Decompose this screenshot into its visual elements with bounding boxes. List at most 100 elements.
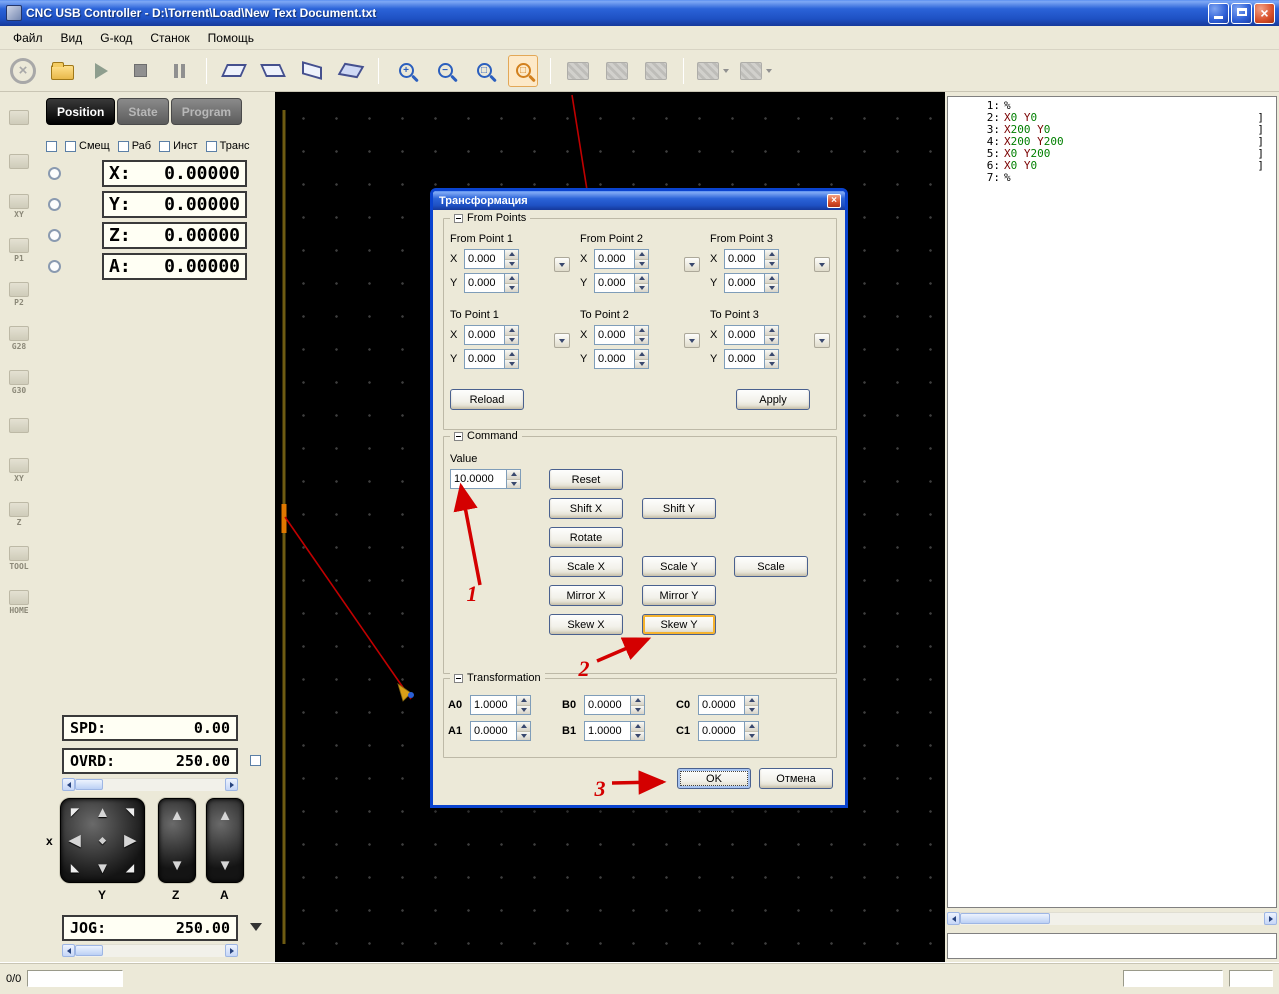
menu-machine[interactable]: Станок xyxy=(141,27,198,49)
spin-up-button[interactable] xyxy=(517,722,530,732)
axis-a-led[interactable] xyxy=(48,260,61,273)
matrix-b1-spinner-input[interactable] xyxy=(584,721,630,741)
maximize-button[interactable] xyxy=(1231,2,1252,24)
spin-down-button[interactable] xyxy=(505,283,518,292)
spin-up-button[interactable] xyxy=(505,326,518,336)
matrix-a0-spinner-input[interactable] xyxy=(470,695,516,715)
to-point-3-y-spinner[interactable] xyxy=(724,349,779,369)
axis-z-led[interactable] xyxy=(48,229,61,242)
scale-x-button[interactable]: Scale X xyxy=(549,556,623,577)
to-point-1-x-spinner-input[interactable] xyxy=(464,325,504,345)
view-plane-3-button[interactable] xyxy=(297,55,327,87)
scroll-thumb[interactable] xyxy=(75,945,103,956)
axis-x-display[interactable]: X: 0.00000 xyxy=(102,160,247,187)
spin-down-button[interactable] xyxy=(765,335,778,344)
scroll-right-arrow[interactable] xyxy=(225,778,238,791)
from-point-2-x-spinner[interactable] xyxy=(594,249,649,269)
side-tool-7[interactable] xyxy=(0,404,38,448)
spin-up-button[interactable] xyxy=(635,350,648,360)
to-point-2-pick-button[interactable] xyxy=(684,333,700,348)
spin-up-button[interactable] xyxy=(507,470,520,480)
side-tool-11-home[interactable]: HOME xyxy=(0,580,38,624)
matrix-c1-spinner[interactable] xyxy=(698,721,759,741)
jog-left-icon[interactable]: ◀ xyxy=(69,831,81,849)
axis-y-display[interactable]: Y: 0.00000 xyxy=(102,191,247,218)
spin-up-button[interactable] xyxy=(631,696,644,706)
scroll-right-arrow[interactable] xyxy=(1264,912,1277,925)
side-tool-3-p1[interactable]: P1 xyxy=(0,228,38,272)
spin-down-button[interactable] xyxy=(635,283,648,292)
mirror-y-button[interactable]: Mirror Y xyxy=(642,585,716,606)
spin-down-button[interactable] xyxy=(631,731,644,740)
spin-up-button[interactable] xyxy=(505,274,518,284)
shift-x-button[interactable]: Shift X xyxy=(549,498,623,519)
matrix-b0-spinner[interactable] xyxy=(584,695,645,715)
shift-y-button[interactable]: Shift Y xyxy=(642,498,716,519)
axis-a-display[interactable]: A: 0.00000 xyxy=(102,253,247,280)
to-point-2-x-spinner[interactable] xyxy=(594,325,649,345)
reset-button[interactable]: Reset xyxy=(549,469,623,490)
scroll-left-arrow[interactable] xyxy=(947,912,960,925)
machine-tool-2-button[interactable] xyxy=(602,55,632,87)
jog-down-icon[interactable]: ▼ xyxy=(95,860,110,877)
spin-up-button[interactable] xyxy=(765,250,778,260)
side-tool-2-xy[interactable]: XY xyxy=(0,184,38,228)
mdi-input-box[interactable] xyxy=(947,933,1277,959)
from-point-3-x-spinner-input[interactable] xyxy=(724,249,764,269)
spin-down-button[interactable] xyxy=(635,259,648,268)
scroll-track[interactable] xyxy=(75,778,225,791)
spin-up-button[interactable] xyxy=(505,350,518,360)
spin-down-button[interactable] xyxy=(507,479,520,488)
jog-down-right-icon[interactable]: ◢ xyxy=(126,863,134,874)
matrix-a1-spinner-input[interactable] xyxy=(470,721,516,741)
zoom-window-button[interactable]: □ xyxy=(508,54,538,87)
option-checkbox-0[interactable]: Смещ xyxy=(65,140,110,152)
tab-state[interactable]: State xyxy=(117,98,169,125)
to-point-2-x-spinner-input[interactable] xyxy=(594,325,634,345)
zoom-extents-button[interactable]: □ xyxy=(469,55,499,87)
side-tool-6-g30[interactable]: G30 xyxy=(0,360,38,404)
from-point-1-x-spinner[interactable] xyxy=(464,249,519,269)
jog-scrollbar[interactable] xyxy=(62,944,238,957)
option-checkbox-3[interactable]: Транс xyxy=(205,140,250,152)
from-point-3-x-spinner[interactable] xyxy=(724,249,779,269)
spin-down-button[interactable] xyxy=(765,359,778,368)
from-point-2-y-spinner-input[interactable] xyxy=(594,273,634,293)
from-point-3-y-spinner[interactable] xyxy=(724,273,779,293)
jog-pad-z[interactable]: ▲ ▼ xyxy=(158,798,196,883)
jog-down-left-icon[interactable]: ◣ xyxy=(71,863,79,874)
menu-view[interactable]: Вид xyxy=(52,27,92,49)
matrix-a1-spinner[interactable] xyxy=(470,721,531,741)
axis-select-checkbox[interactable] xyxy=(46,140,57,152)
to-point-1-y-spinner[interactable] xyxy=(464,349,519,369)
view-plane-1-button[interactable] xyxy=(219,55,249,87)
mirror-x-button[interactable]: Mirror X xyxy=(549,585,623,606)
side-tool-1[interactable] xyxy=(0,140,38,184)
skew-y-button[interactable]: Skew Y xyxy=(642,614,716,635)
to-point-2-y-spinner[interactable] xyxy=(594,349,649,369)
spin-down-button[interactable] xyxy=(635,359,648,368)
rotate-button[interactable]: Rotate xyxy=(549,527,623,548)
zoom-out-button[interactable]: − xyxy=(430,55,460,87)
scroll-left-arrow[interactable] xyxy=(62,778,75,791)
from-point-2-x-spinner-input[interactable] xyxy=(594,249,634,269)
jog-pad-xy[interactable]: ◤ ▲ ◥ ◀ ◆ ▶ ◣ ▼ ◢ xyxy=(60,798,145,883)
matrix-c1-spinner-input[interactable] xyxy=(698,721,744,741)
gcode-scrollbar[interactable] xyxy=(947,912,1277,925)
from-point-1-y-spinner-input[interactable] xyxy=(464,273,504,293)
axis-y-led[interactable] xyxy=(48,198,61,211)
machine-tool-5-button[interactable] xyxy=(739,55,773,87)
scale-y-button[interactable]: Scale Y xyxy=(642,556,716,577)
stop-button[interactable] xyxy=(125,55,155,87)
from-point-1-pick-button[interactable] xyxy=(554,257,570,272)
side-tool-10-tool[interactable]: TOOL xyxy=(0,536,38,580)
cancel-button[interactable]: Отмена xyxy=(759,768,833,789)
axis-x-led[interactable] xyxy=(48,167,61,180)
collapse-icon[interactable] xyxy=(454,431,463,441)
option-checkbox-2[interactable]: Инст xyxy=(159,140,198,152)
menu-gcode[interactable]: G-код xyxy=(91,27,141,49)
spin-down-button[interactable] xyxy=(765,259,778,268)
ok-button[interactable]: OK xyxy=(677,768,751,789)
from-point-2-pick-button[interactable] xyxy=(684,257,700,272)
scroll-thumb[interactable] xyxy=(75,779,103,790)
